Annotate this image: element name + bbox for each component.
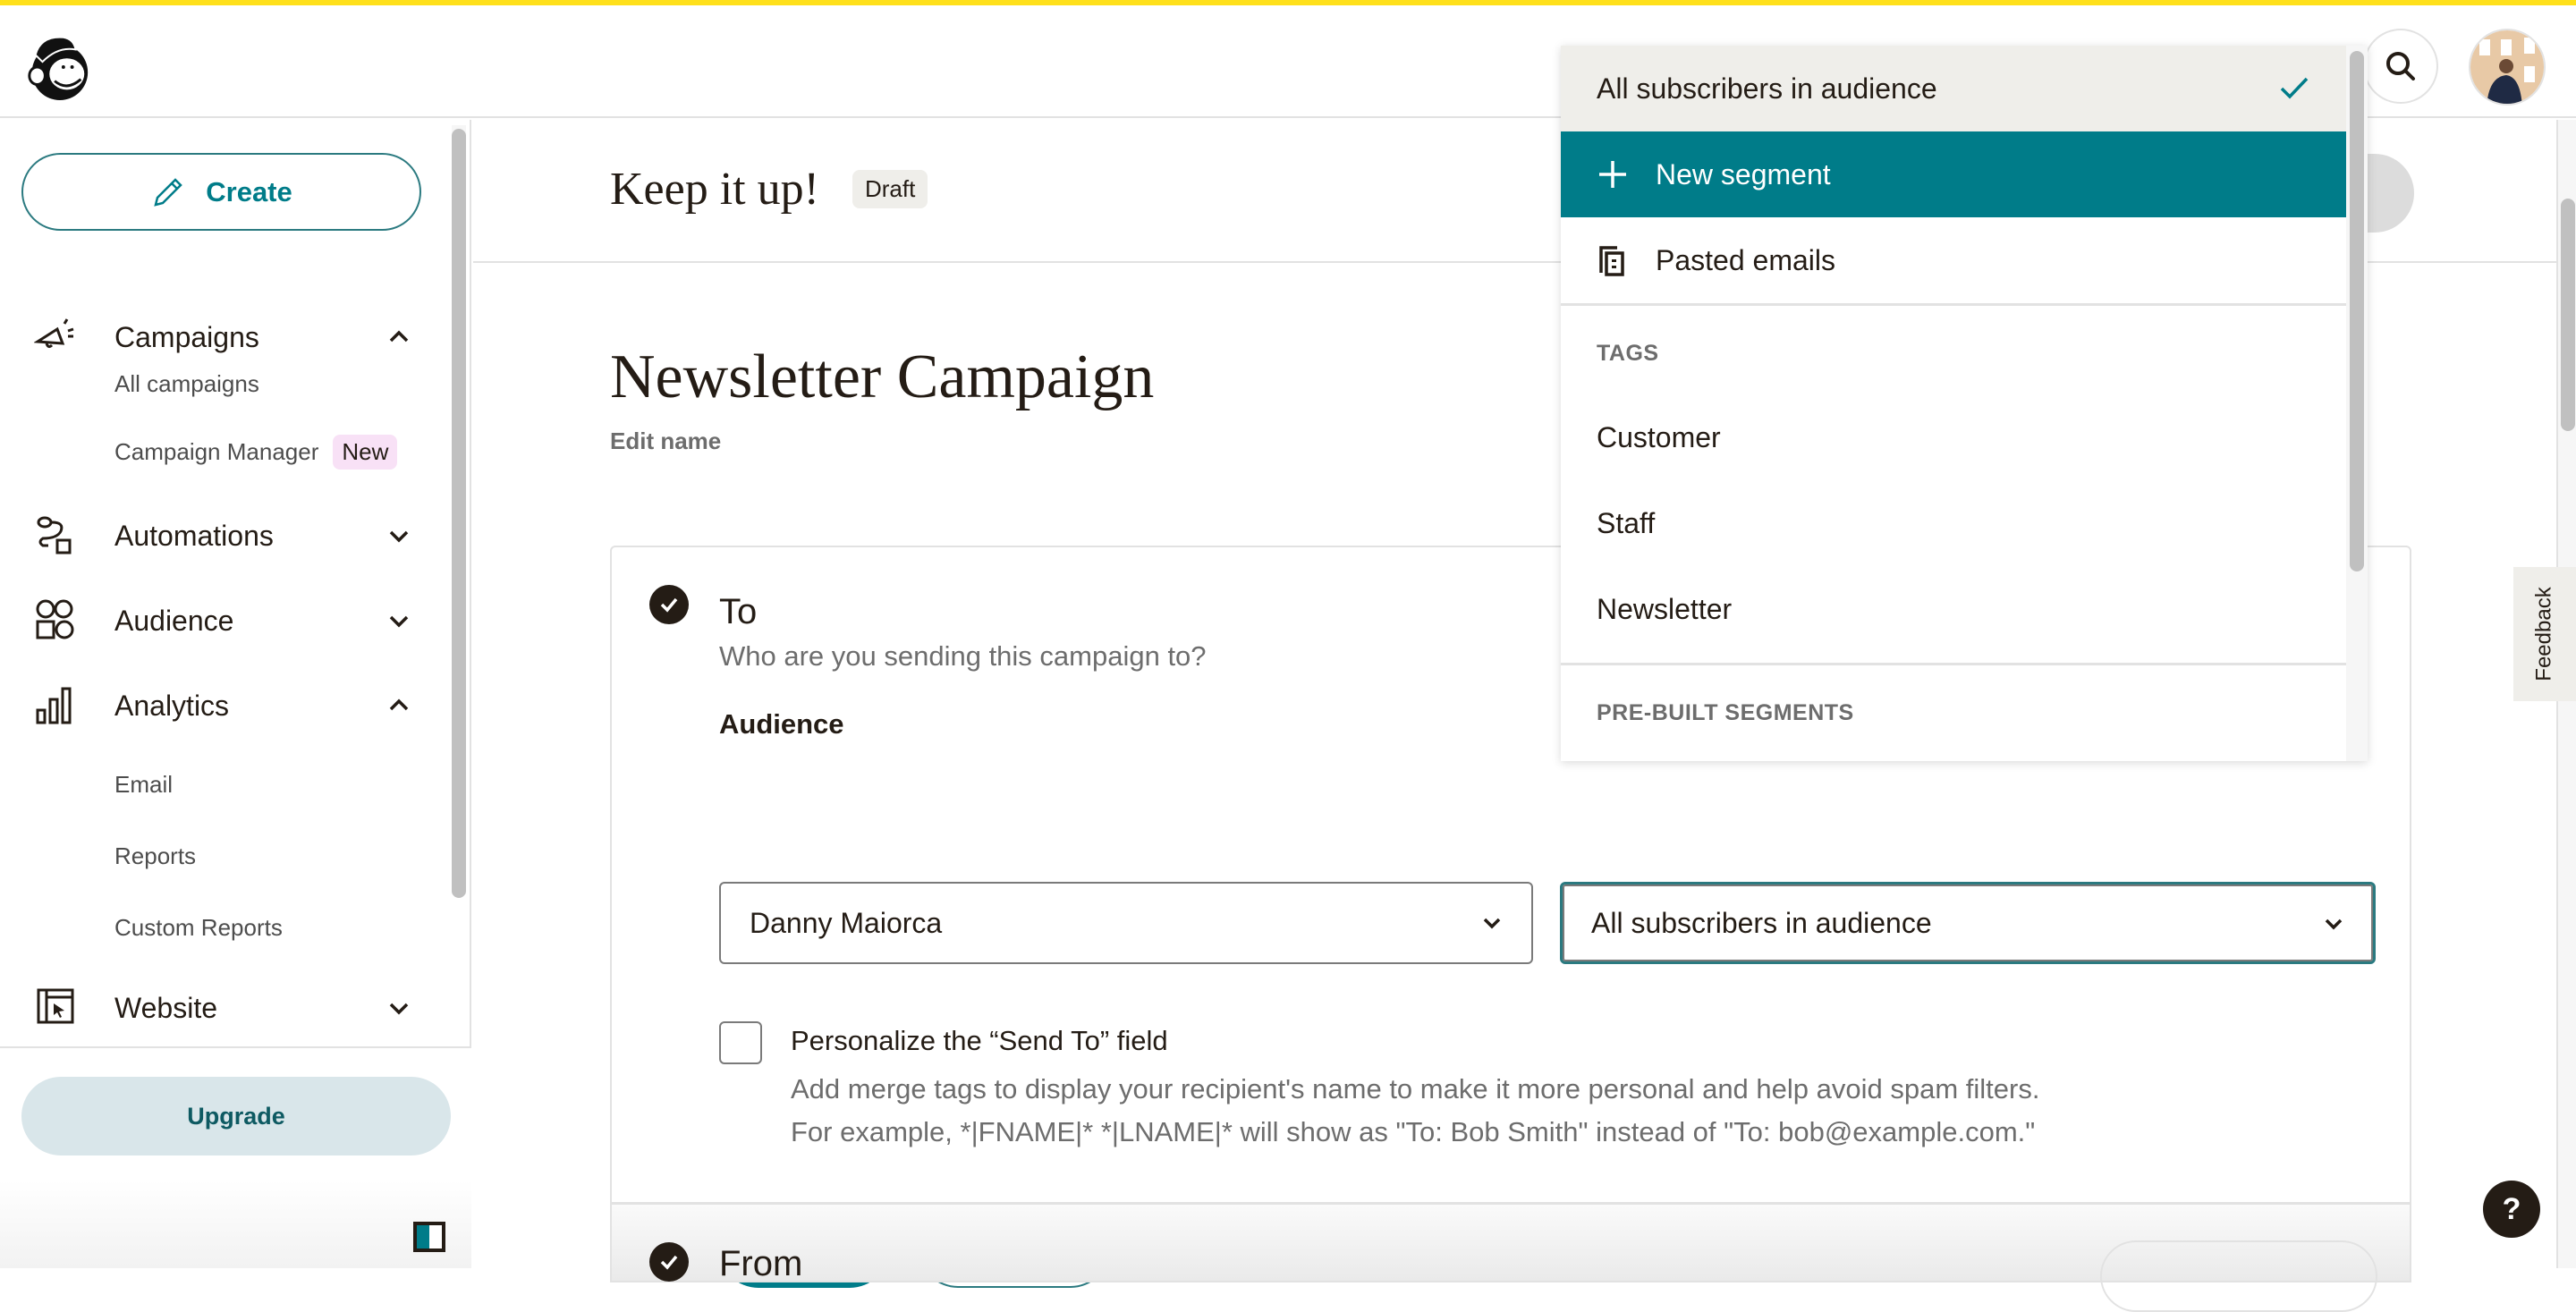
to-section-title: To [719, 592, 758, 631]
chevron-down-icon [1483, 918, 1501, 929]
sidebar-scrollbar-thumb[interactable] [452, 129, 466, 898]
sidebar-item-automations[interactable]: Automations [0, 504, 447, 567]
mailchimp-logo-icon[interactable] [23, 29, 93, 104]
dropdown-option-label: Customer [1597, 420, 1721, 453]
chevron-down-icon[interactable] [385, 521, 413, 550]
completed-check-icon [649, 1242, 689, 1282]
dropdown-tag-staff[interactable]: Staff [1561, 480, 2346, 566]
status-badge: Draft [852, 170, 928, 208]
pasted-emails-icon [1597, 244, 1629, 276]
create-button[interactable]: Create [21, 153, 421, 231]
checkmark-icon [2280, 77, 2309, 99]
tags-section-header: TAGS [1597, 341, 1659, 366]
chevron-up-icon[interactable] [385, 323, 413, 351]
megaphone-icon [34, 318, 74, 349]
sidebar-subitem-label: Reports [114, 842, 197, 869]
sidebar-item-label: Campaigns [114, 320, 259, 353]
sidebar-item-label: Analytics [114, 689, 230, 722]
main-scrollbar-thumb[interactable] [2561, 199, 2575, 431]
personalize-help: Add merge tags to display your recipient… [791, 1068, 2039, 1154]
sidebar-item-campaigns[interactable]: Campaigns [0, 306, 447, 368]
from-section-title: From [719, 1244, 803, 1283]
sidebar-subitem-label: Campaign Manager [114, 438, 319, 465]
segment-dropdown-menu: All subscribers in audience New segment … [1561, 46, 2368, 761]
completed-check-icon [649, 585, 689, 624]
personalize-label: Personalize the “Send To” field [791, 1025, 1168, 1056]
dropdown-divider [1561, 663, 2346, 665]
sidebar-item-website[interactable]: Website [0, 977, 447, 1039]
sidebar-footer: Upgrade [0, 1046, 471, 1268]
edit-name-link[interactable]: Edit name [610, 427, 721, 455]
plus-icon [1597, 158, 1629, 190]
analytics-icon [36, 687, 72, 724]
collapse-sidebar-icon[interactable] [413, 1222, 445, 1252]
audience-label: Audience [719, 708, 844, 740]
chevron-down-icon[interactable] [385, 606, 413, 635]
page-heading: Keep it up! [610, 164, 819, 215]
sidebar-subitem-all-campaigns[interactable]: All campaigns [114, 370, 259, 398]
search-icon [2386, 52, 2415, 80]
sidebar-subitem-custom-reports[interactable]: Custom Reports [114, 914, 283, 942]
audience-select[interactable]: Danny Maiorca [719, 882, 1533, 964]
sidebar-item-label: Website [114, 991, 218, 1024]
pencil-icon [154, 177, 183, 207]
dropdown-scrollbar[interactable] [2346, 46, 2368, 761]
dropdown-option-new-segment[interactable]: New segment [1561, 131, 2346, 217]
dropdown-option-all-subscribers[interactable]: All subscribers in audience [1561, 46, 2346, 131]
sidebar-item-audience[interactable]: Audience [0, 589, 447, 652]
sidebar-subitem-label: Custom Reports [114, 914, 283, 941]
dropdown-option-label: New segment [1656, 157, 1831, 190]
chevron-up-icon[interactable] [385, 691, 413, 720]
sidebar-item-analytics[interactable]: Analytics [0, 674, 447, 737]
sidebar-subitem-label: Email [114, 771, 174, 798]
search-button[interactable] [2363, 29, 2438, 104]
create-button-label: Create [206, 175, 292, 207]
dropdown-tag-newsletter[interactable]: Newsletter [1561, 566, 2346, 652]
feedback-tab[interactable]: Feedback [2513, 567, 2576, 701]
segment-select[interactable]: All subscribers in audience [1560, 882, 2376, 964]
sidebar: Create Campaigns All campaigns Campaign … [0, 120, 471, 1268]
dropdown-option-pasted-emails[interactable]: Pasted emails [1561, 217, 2346, 303]
audience-icon [36, 599, 74, 639]
sidebar-scrollbar[interactable] [452, 125, 466, 898]
campaign-title: Newsletter Campaign [610, 343, 1155, 411]
audience-select-value: Danny Maiorca [750, 906, 943, 939]
sidebar-subitem-email[interactable]: Email [114, 771, 173, 799]
sidebar-item-label: Automations [114, 519, 274, 552]
personalize-help-line-2: For example, *|FNAME|* *|LNAME|* will sh… [791, 1116, 2036, 1147]
dropdown-divider [1561, 303, 2346, 306]
help-button[interactable]: ? [2483, 1181, 2540, 1238]
dropdown-scrollbar-thumb[interactable] [2350, 51, 2364, 571]
website-icon [37, 988, 74, 1024]
prebuilt-segments-header: PRE-BUILT SEGMENTS [1597, 700, 1854, 725]
user-avatar[interactable] [2469, 29, 2546, 106]
dropdown-option-label: Staff [1597, 506, 1656, 539]
sidebar-subitem-campaign-manager[interactable]: Campaign Manager New [114, 435, 398, 470]
personalize-checkbox[interactable] [719, 1021, 762, 1064]
to-section-subtitle: Who are you sending this campaign to? [719, 640, 1207, 672]
segment-select-value: All subscribers in audience [1591, 906, 1932, 939]
dropdown-option-label: Newsletter [1597, 592, 1733, 625]
chevron-down-icon[interactable] [385, 994, 413, 1022]
segment-dropdown-list: All subscribers in audience New segment … [1561, 46, 2346, 761]
sidebar-item-label: Audience [114, 604, 234, 637]
from-edit-button[interactable] [2100, 1240, 2377, 1312]
dropdown-option-label: Pasted emails [1656, 243, 1835, 276]
from-section-card: From [610, 1202, 2411, 1312]
personalize-help-line-1: Add merge tags to display your recipient… [791, 1073, 2040, 1105]
feedback-label: Feedback [2532, 587, 2556, 681]
new-badge: New [333, 435, 398, 470]
dropdown-option-label: All subscribers in audience [1597, 72, 1937, 105]
automations-icon [37, 516, 72, 554]
dropdown-tag-customer[interactable]: Customer [1561, 394, 2346, 480]
sidebar-subitem-label: All campaigns [114, 370, 259, 397]
upgrade-button[interactable]: Upgrade [21, 1077, 451, 1155]
sidebar-subitem-reports[interactable]: Reports [114, 842, 196, 870]
chevron-down-icon [2325, 918, 2343, 930]
